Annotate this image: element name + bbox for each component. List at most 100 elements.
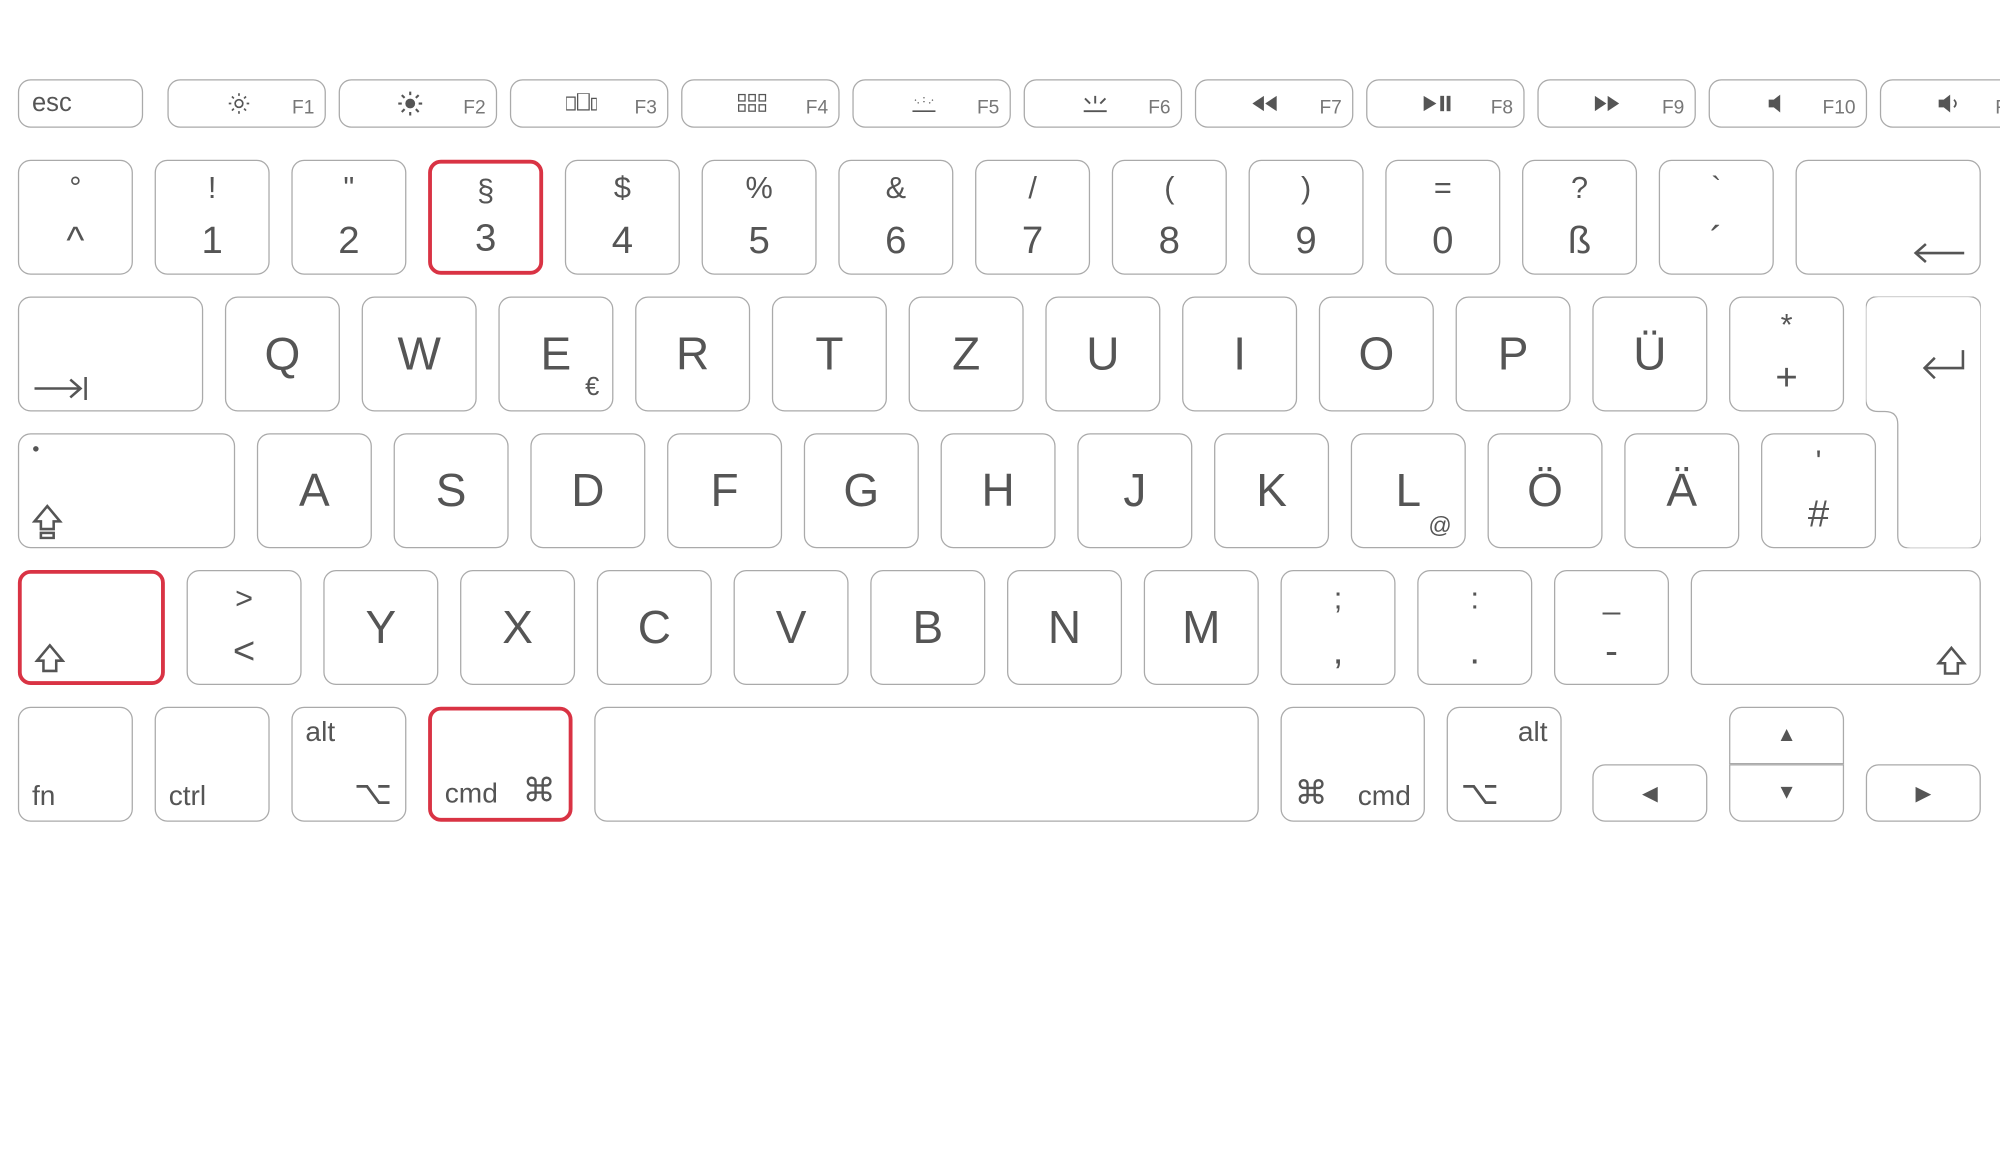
key-grave[interactable]: °^ [18,160,133,275]
key-ß[interactable]: ?ß [1522,160,1637,275]
esc-label: esc [32,89,72,118]
caps-lock-key[interactable]: ● [18,433,235,548]
f2-label: F2 [463,97,485,119]
key-Ö[interactable]: Ö [1488,433,1603,548]
f1-label: F1 [292,97,314,119]
key-Z[interactable]: Z [909,296,1024,411]
f3-key[interactable]: F3 [510,79,668,128]
fn-key[interactable]: fn [18,707,133,822]
key-comma[interactable]: ;, [1281,570,1396,685]
key-W[interactable]: W [362,296,477,411]
space-key[interactable] [594,707,1259,822]
brightness-down-icon [226,91,252,117]
launchpad-icon [737,93,768,113]
key-B[interactable]: B [870,570,985,685]
key-2[interactable]: "2 [291,160,406,275]
key-8[interactable]: (8 [1112,160,1227,275]
arrow-left-key[interactable]: ◀ [1592,764,1707,822]
shift-right-key[interactable] [1691,570,1981,685]
f9-label: F9 [1662,97,1684,119]
key-X[interactable]: X [460,570,575,685]
f8-key[interactable]: F8 [1366,79,1524,128]
shift-icon [1936,645,1967,676]
key-T[interactable]: T [772,296,887,411]
option-icon: ⌥ [1461,773,1499,813]
enter-icon [1914,348,1965,390]
alt-right-key[interactable]: alt ⌥ [1447,707,1562,822]
key-minus[interactable]: _- [1554,570,1669,685]
key-S[interactable]: S [394,433,509,548]
f7-label: F7 [1319,97,1341,119]
key-K[interactable]: K [1214,433,1329,548]
key-1[interactable]: !1 [155,160,270,275]
shift-icon [35,643,66,674]
key-V[interactable]: V [734,570,849,685]
keyboard-light-up-icon [1078,93,1111,113]
key-J[interactable]: J [1077,433,1192,548]
key-G[interactable]: G [804,433,919,548]
key-period[interactable]: :. [1417,570,1532,685]
key-Ü[interactable]: Ü [1592,296,1707,411]
key-H[interactable]: H [941,433,1056,548]
key-4[interactable]: $4 [565,160,680,275]
f6-label: F6 [1148,97,1170,119]
f9-key[interactable]: F9 [1537,79,1695,128]
key-N[interactable]: N [1007,570,1122,685]
ctrl-key[interactable]: ctrl [155,707,270,822]
key-D[interactable]: D [530,433,645,548]
f6-key[interactable]: F6 [1024,79,1182,128]
volume-down-icon [1937,93,1965,113]
rewind-icon [1251,95,1282,113]
key-O[interactable]: O [1319,296,1434,411]
key-I[interactable]: I [1182,296,1297,411]
key-A[interactable]: A [257,433,372,548]
keyboard: esc F1 F2 F3 F4 F5 F6 F7 F8 F9 F10 [0,0,2000,1172]
key-plus[interactable]: *+ [1729,296,1844,411]
tab-key[interactable] [18,296,203,411]
key-P[interactable]: P [1456,296,1571,411]
f10-key[interactable]: F10 [1709,79,1867,128]
key-F[interactable]: F [667,433,782,548]
backspace-icon [1908,240,1967,266]
key-C[interactable]: C [597,570,712,685]
backspace-key[interactable] [1796,160,1981,275]
arrow-down-key[interactable]: ▼ [1729,764,1844,822]
mute-icon [1767,93,1793,113]
key-5[interactable]: %5 [702,160,817,275]
key-U[interactable]: U [1045,296,1160,411]
key-L[interactable]: L@ [1351,433,1466,548]
key-0[interactable]: =0 [1385,160,1500,275]
f1-key[interactable]: F1 [167,79,325,128]
alt-left-key[interactable]: alt ⌥ [291,707,406,822]
f2-key[interactable]: F2 [339,79,497,128]
command-icon: ⌘ [523,771,556,811]
key-9[interactable]: )9 [1249,160,1364,275]
key-7[interactable]: /7 [975,160,1090,275]
key-E[interactable]: E€ [498,296,613,411]
key-hash[interactable]: '# [1761,433,1876,548]
arrow-down-icon: ▼ [1730,781,1842,804]
f4-key[interactable]: F4 [681,79,839,128]
cmd-right-key[interactable]: cmd ⌘ [1281,707,1425,822]
play-pause-icon [1422,95,1453,113]
f11-key[interactable]: F11 [1880,79,2000,128]
f5-label: F5 [977,97,999,119]
key-M[interactable]: M [1144,570,1259,685]
arrow-up-key[interactable]: ▲ [1729,707,1844,765]
key-acute[interactable]: `´ [1659,160,1774,275]
cmd-left-key[interactable]: cmd ⌘ [428,707,572,822]
key-R[interactable]: R [635,296,750,411]
key-3[interactable]: §3 [428,160,543,275]
enter-key[interactable] [1866,296,1981,548]
key-Q[interactable]: Q [225,296,340,411]
tab-icon [32,374,91,402]
arrow-right-key[interactable]: ▶ [1866,764,1981,822]
key-Ä[interactable]: Ä [1624,433,1739,548]
key-6[interactable]: &6 [838,160,953,275]
shift-left-key[interactable] [18,570,165,685]
esc-key[interactable]: esc [18,79,143,128]
f5-key[interactable]: F5 [852,79,1010,128]
f7-key[interactable]: F7 [1195,79,1353,128]
key-Y[interactable]: Y [323,570,438,685]
key-angle[interactable]: >< [187,570,302,685]
